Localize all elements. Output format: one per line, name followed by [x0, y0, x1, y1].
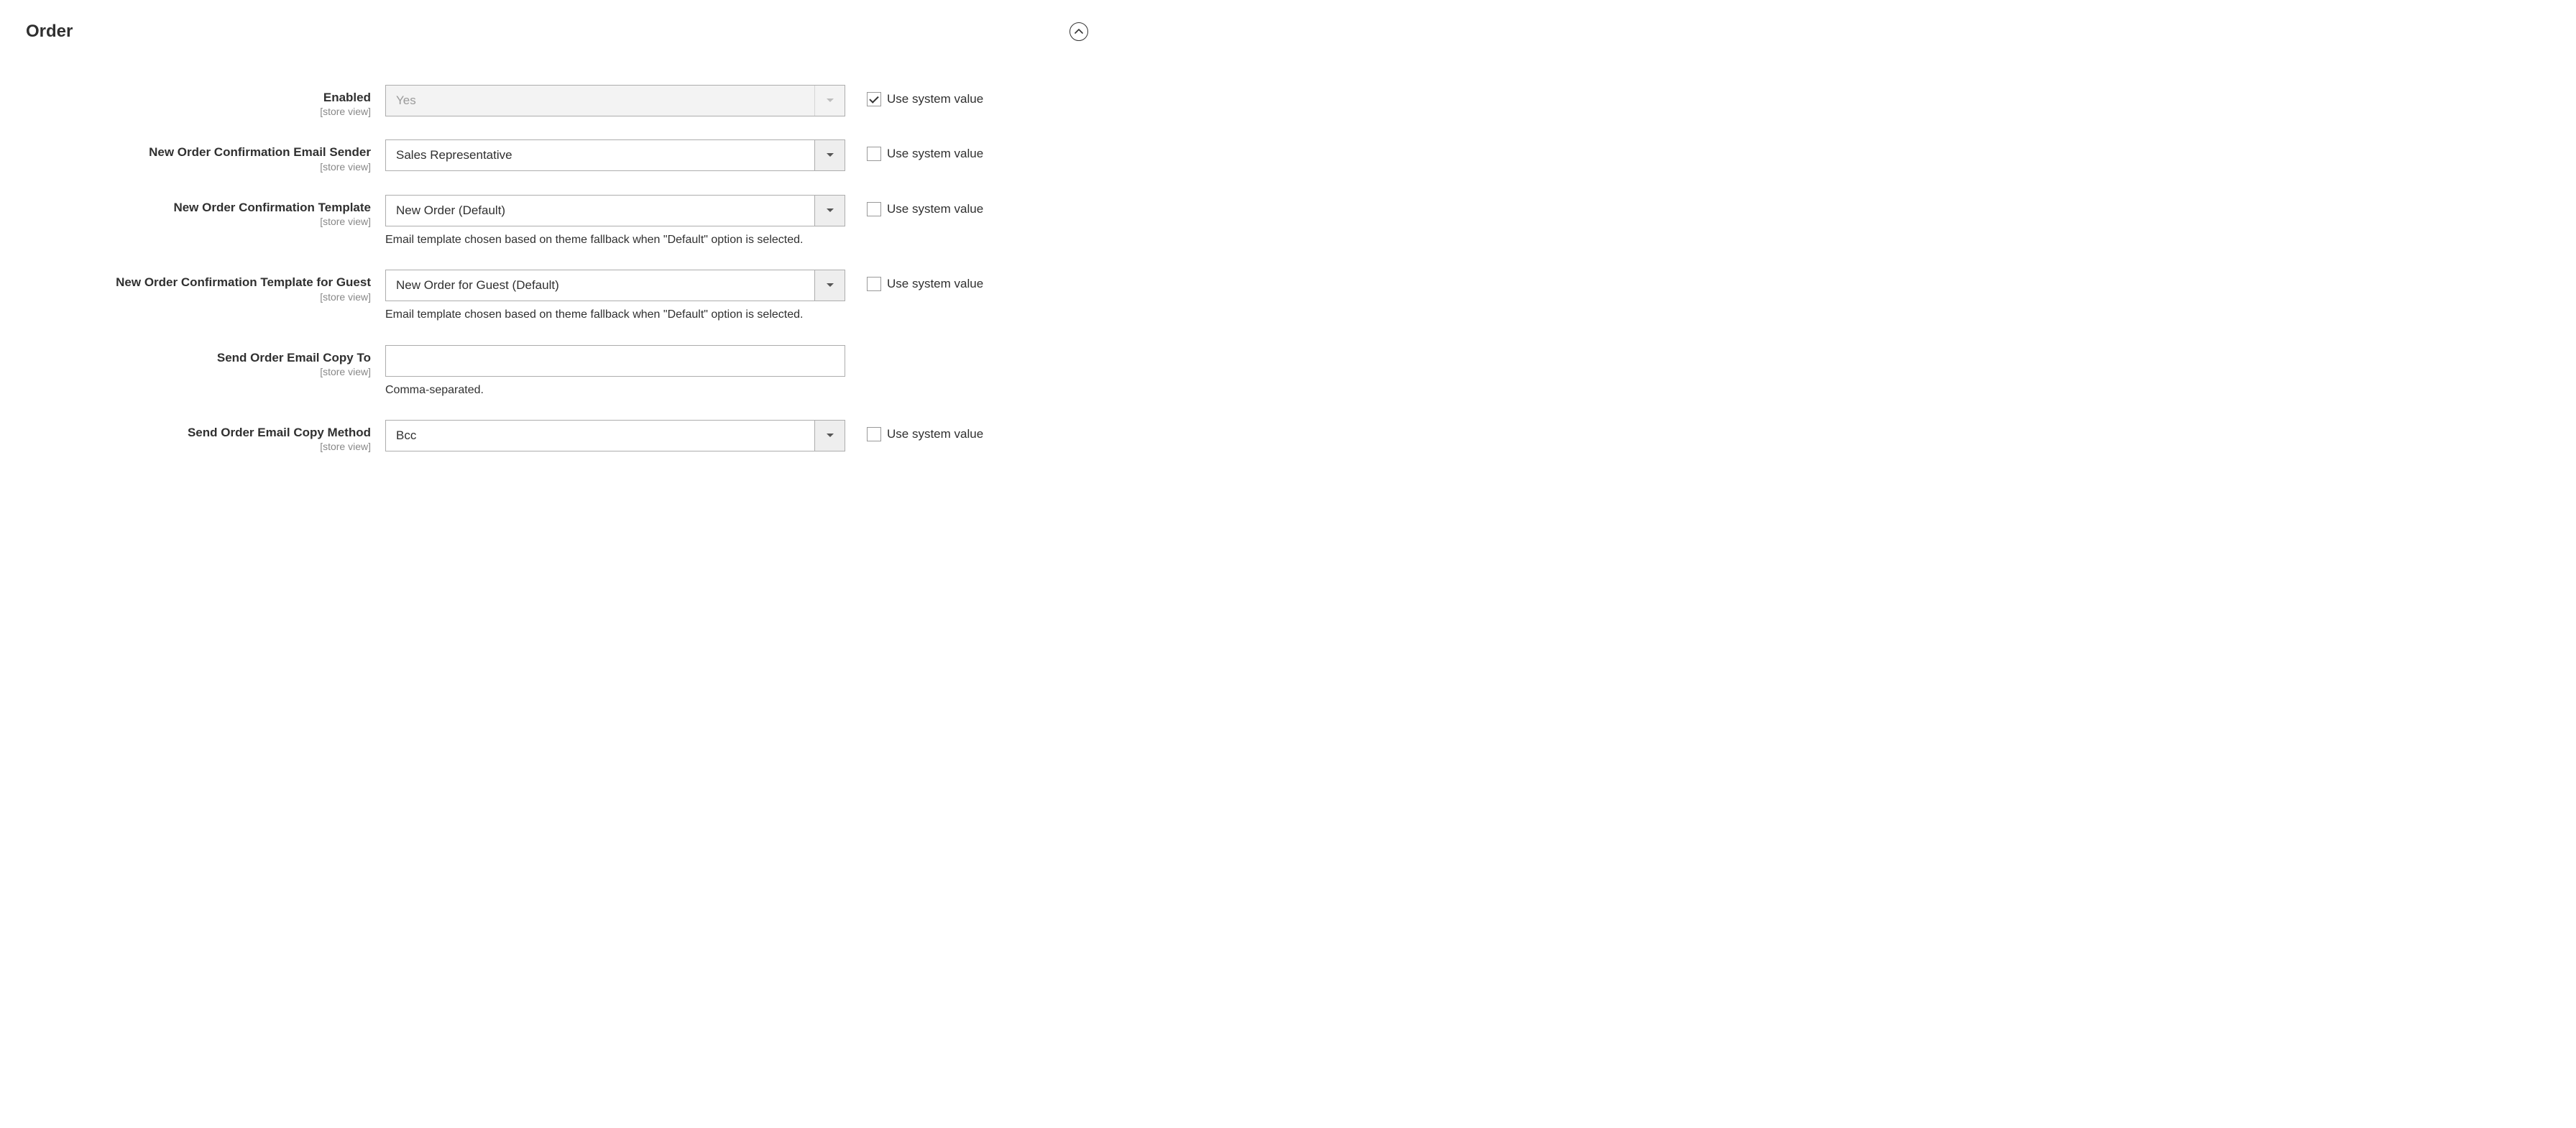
field-control-col: New Order for Guest (Default) Email temp…	[385, 270, 845, 323]
field-note: Email template chosen based on theme fal…	[385, 307, 845, 323]
caret-down-icon	[826, 283, 834, 288]
caret-down-icon	[826, 98, 834, 104]
field-control-col: New Order (Default) Email template chose…	[385, 195, 845, 248]
field-label-col: New Order Confirmation Template for Gues…	[26, 270, 385, 303]
use-system-label: Use system value	[887, 427, 983, 441]
chevron-up-icon	[1075, 29, 1083, 35]
field-label: New Order Confirmation Template for Gues…	[26, 275, 371, 290]
caret-down-icon	[826, 152, 834, 158]
caret-down-icon	[826, 433, 834, 439]
field-label-col: Send Order Email Copy Method [store view…	[26, 420, 385, 453]
field-label: Send Order Email Copy Method	[26, 425, 371, 440]
field-row-enabled: Enabled [store view] Yes Use system valu…	[26, 85, 1095, 118]
use-system-col: Use system value	[845, 139, 983, 161]
field-label: New Order Confirmation Template	[26, 200, 371, 215]
template-select[interactable]: New Order (Default)	[385, 195, 845, 226]
field-label-col: New Order Confirmation Template [store v…	[26, 195, 385, 228]
sender-select[interactable]: Sales Representative	[385, 139, 845, 171]
use-system-col	[845, 345, 867, 352]
use-system-checkbox-enabled[interactable]	[867, 92, 881, 106]
use-system-col: Use system value	[845, 85, 983, 106]
use-system-checkbox-template-guest[interactable]	[867, 277, 881, 291]
field-row-sender: New Order Confirmation Email Sender [sto…	[26, 139, 1095, 173]
field-row-copy-method: Send Order Email Copy Method [store view…	[26, 420, 1095, 453]
field-control-col: Comma-separated.	[385, 345, 845, 398]
field-label-col: Enabled [store view]	[26, 85, 385, 118]
field-scope: [store view]	[26, 215, 371, 228]
use-system-col: Use system value	[845, 420, 983, 441]
field-label: Enabled	[26, 90, 371, 105]
select-arrow	[814, 86, 845, 116]
field-label: New Order Confirmation Email Sender	[26, 145, 371, 160]
use-system-label: Use system value	[887, 277, 983, 291]
template-guest-select[interactable]: New Order for Guest (Default)	[385, 270, 845, 301]
use-system-label: Use system value	[887, 147, 983, 161]
select-value: New Order for Guest (Default)	[386, 270, 814, 301]
select-arrow	[814, 196, 845, 226]
field-scope: [store view]	[26, 440, 371, 453]
field-row-copy-to: Send Order Email Copy To [store view] Co…	[26, 345, 1095, 398]
field-label-col: New Order Confirmation Email Sender [sto…	[26, 139, 385, 173]
use-system-checkbox-sender[interactable]	[867, 147, 881, 161]
field-scope: [store view]	[26, 160, 371, 173]
field-label: Send Order Email Copy To	[26, 350, 371, 365]
field-scope: [store view]	[26, 105, 371, 118]
field-control-col: Sales Representative	[385, 139, 845, 171]
field-row-template-guest: New Order Confirmation Template for Gues…	[26, 270, 1095, 323]
select-arrow	[814, 421, 845, 451]
field-note: Email template chosen based on theme fal…	[385, 232, 845, 248]
select-value: New Order (Default)	[386, 196, 814, 226]
field-scope: [store view]	[26, 365, 371, 378]
section-title: Order	[26, 22, 73, 42]
field-label-col: Send Order Email Copy To [store view]	[26, 345, 385, 378]
use-system-label: Use system value	[887, 202, 983, 216]
use-system-col: Use system value	[845, 270, 983, 291]
field-control-col: Yes	[385, 85, 845, 116]
select-arrow	[814, 270, 845, 301]
copy-method-select[interactable]: Bcc	[385, 420, 845, 451]
collapse-section-button[interactable]	[1070, 22, 1088, 41]
select-value: Yes	[386, 86, 814, 116]
field-control-col: Bcc	[385, 420, 845, 451]
enabled-select: Yes	[385, 85, 845, 116]
use-system-checkbox-template[interactable]	[867, 202, 881, 216]
use-system-col: Use system value	[845, 195, 983, 216]
caret-down-icon	[826, 208, 834, 214]
use-system-checkbox-copy-method[interactable]	[867, 427, 881, 441]
select-value: Bcc	[386, 421, 814, 451]
section-header: Order	[26, 22, 1095, 42]
select-value: Sales Representative	[386, 140, 814, 170]
select-arrow	[814, 140, 845, 170]
copy-to-input[interactable]	[385, 345, 845, 377]
use-system-label: Use system value	[887, 92, 983, 106]
field-scope: [store view]	[26, 290, 371, 303]
field-note: Comma-separated.	[385, 382, 845, 398]
field-row-template: New Order Confirmation Template [store v…	[26, 195, 1095, 248]
